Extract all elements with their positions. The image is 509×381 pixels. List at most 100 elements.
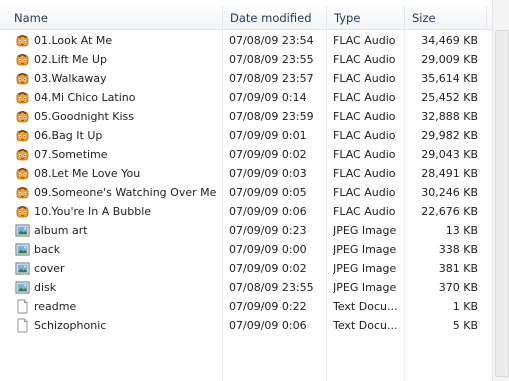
flac-audio-icon: [15, 166, 30, 181]
file-row[interactable]: cover 07/09/09 0:02 JPEG Image 381 KB: [0, 259, 509, 278]
file-row[interactable]: Schizophonic 07/09/09 0:06 Text Docu... 5 K…: [0, 316, 509, 335]
file-size: 34,469 KB: [421, 34, 478, 47]
text-document-icon: [15, 318, 30, 333]
scrollbar-thumb[interactable]: [495, 30, 509, 377]
file-name: Schizophonic: [34, 319, 107, 332]
file-size: 1 KB: [452, 300, 478, 313]
date-modified: 07/09/09 0:05: [229, 186, 307, 199]
flac-audio-icon: [15, 33, 30, 48]
date-modified: 07/09/09 0:06: [229, 205, 307, 218]
file-type: FLAC Audio: [333, 53, 396, 66]
file-type: JPEG Image: [333, 224, 397, 237]
file-size: 13 KB: [445, 224, 478, 237]
column-header-type[interactable]: Type: [326, 0, 404, 29]
file-size: 28,491 KB: [421, 167, 478, 180]
file-row[interactable]: 04.Mi Chico Latino 07/09/09 0:14 FLAC Audi…: [0, 88, 509, 107]
flac-audio-icon: [15, 185, 30, 200]
file-type: Text Docu...: [333, 300, 398, 313]
flac-audio-icon: [15, 204, 30, 219]
file-size: 381 KB: [438, 262, 478, 275]
file-type: FLAC Audio: [333, 205, 396, 218]
file-row[interactable]: 07.Sometime 07/09/09 0:02 FLAC Audio 29,043…: [0, 145, 509, 164]
file-row[interactable]: disk 07/08/09 23:55 JPEG Image 370 KB: [0, 278, 509, 297]
date-modified: 07/09/09 0:00: [229, 243, 307, 256]
file-row[interactable]: 10.You're In A Bubble 07/09/09 0:06 FLAC A…: [0, 202, 509, 221]
flac-audio-icon: [15, 90, 30, 105]
file-name: cover: [34, 262, 65, 275]
flac-audio-icon: [15, 71, 30, 86]
date-modified: 07/08/09 23:54: [229, 34, 314, 47]
file-name: 09.Someone's Watching Over Me: [34, 186, 217, 199]
date-modified: 07/08/09 23:57: [229, 72, 314, 85]
name-cell: back: [15, 240, 221, 259]
jpeg-image-icon: [15, 261, 30, 276]
file-type: JPEG Image: [333, 281, 397, 294]
date-modified: 07/09/09 0:03: [229, 167, 307, 180]
file-name: 10.You're In A Bubble: [34, 205, 152, 218]
date-modified: 07/09/09 0:06: [229, 319, 307, 332]
file-name: readme: [34, 300, 77, 313]
file-row[interactable]: 05.Goodnight Kiss 07/08/09 23:59 FLAC Audi…: [0, 107, 509, 126]
name-cell: 06.Bag It Up: [15, 126, 221, 145]
file-type: FLAC Audio: [333, 72, 396, 85]
file-type: Text Docu...: [333, 319, 398, 332]
name-cell: 04.Mi Chico Latino: [15, 88, 221, 107]
file-type: FLAC Audio: [333, 186, 396, 199]
column-header-bar: Name Date modified Type Size: [0, 0, 509, 30]
file-type: JPEG Image: [333, 243, 397, 256]
file-name: 05.Goodnight Kiss: [34, 110, 134, 123]
file-row[interactable]: 03.Walkaway 07/08/09 23:57 FLAC Audio 35,61…: [0, 69, 509, 88]
file-size: 32,888 KB: [421, 110, 478, 123]
file-size: 370 KB: [438, 281, 478, 294]
column-header-name[interactable]: Name: [6, 0, 222, 29]
name-cell: 09.Someone's Watching Over Me: [15, 183, 221, 202]
file-name: 06.Bag It Up: [34, 129, 103, 142]
file-name: 02.Lift Me Up: [34, 53, 107, 66]
column-header-date-modified[interactable]: Date modified: [222, 0, 326, 29]
vertical-scrollbar[interactable]: [492, 0, 509, 381]
file-name: 03.Walkaway: [34, 72, 107, 85]
file-type: FLAC Audio: [333, 167, 396, 180]
flac-audio-icon: [15, 147, 30, 162]
jpeg-image-icon: [15, 223, 30, 238]
name-cell: cover: [15, 259, 221, 278]
date-modified: 07/09/09 0:14: [229, 91, 307, 104]
date-modified: 07/08/09 23:55: [229, 281, 314, 294]
date-modified: 07/09/09 0:23: [229, 224, 307, 237]
file-name: 08.Let Me Love You: [34, 167, 141, 180]
flac-audio-icon: [15, 128, 30, 143]
flac-audio-icon: [15, 52, 30, 67]
name-cell: Schizophonic: [15, 316, 221, 335]
date-modified: 07/09/09 0:01: [229, 129, 307, 142]
file-row[interactable]: readme 07/09/09 0:22 Text Docu... 1 KB: [0, 297, 509, 316]
file-row[interactable]: 06.Bag It Up 07/09/09 0:01 FLAC Audio 29,98…: [0, 126, 509, 145]
file-row[interactable]: album art 07/09/09 0:23 JPEG Image 13 KB: [0, 221, 509, 240]
file-size: 22,676 KB: [421, 205, 478, 218]
file-size: 35,614 KB: [421, 72, 478, 85]
file-size: 5 KB: [452, 319, 478, 332]
date-modified: 07/09/09 0:02: [229, 262, 307, 275]
file-size: 30,246 KB: [421, 186, 478, 199]
date-modified: 07/09/09 0:22: [229, 300, 307, 313]
file-row[interactable]: 01.Look At Me 07/08/09 23:54 FLAC Audio 34,…: [0, 31, 509, 50]
file-row[interactable]: 02.Lift Me Up 07/08/09 23:55 FLAC Audio 29,…: [0, 50, 509, 69]
column-header-size[interactable]: Size: [404, 0, 486, 29]
column-divider[interactable]: [486, 6, 487, 28]
date-modified: 07/08/09 23:55: [229, 53, 314, 66]
jpeg-image-icon: [15, 242, 30, 257]
file-name: 01.Look At Me: [34, 34, 113, 47]
name-cell: 01.Look At Me: [15, 31, 221, 50]
file-type: FLAC Audio: [333, 110, 396, 123]
file-name: 04.Mi Chico Latino: [34, 91, 136, 104]
file-row[interactable]: back 07/09/09 0:00 JPEG Image 338 KB: [0, 240, 509, 259]
file-row[interactable]: 08.Let Me Love You 07/09/09 0:03 FLAC Audi…: [0, 164, 509, 183]
file-row[interactable]: 09.Someone's Watching Over Me 07/09/09 0:…: [0, 183, 509, 202]
date-modified: 07/09/09 0:02: [229, 148, 307, 161]
flac-audio-icon: [15, 109, 30, 124]
name-cell: 07.Sometime: [15, 145, 221, 164]
file-name: disk: [34, 281, 57, 294]
file-size: 338 KB: [438, 243, 478, 256]
jpeg-image-icon: [15, 280, 30, 295]
date-modified: 07/08/09 23:59: [229, 110, 314, 123]
name-cell: disk: [15, 278, 221, 297]
